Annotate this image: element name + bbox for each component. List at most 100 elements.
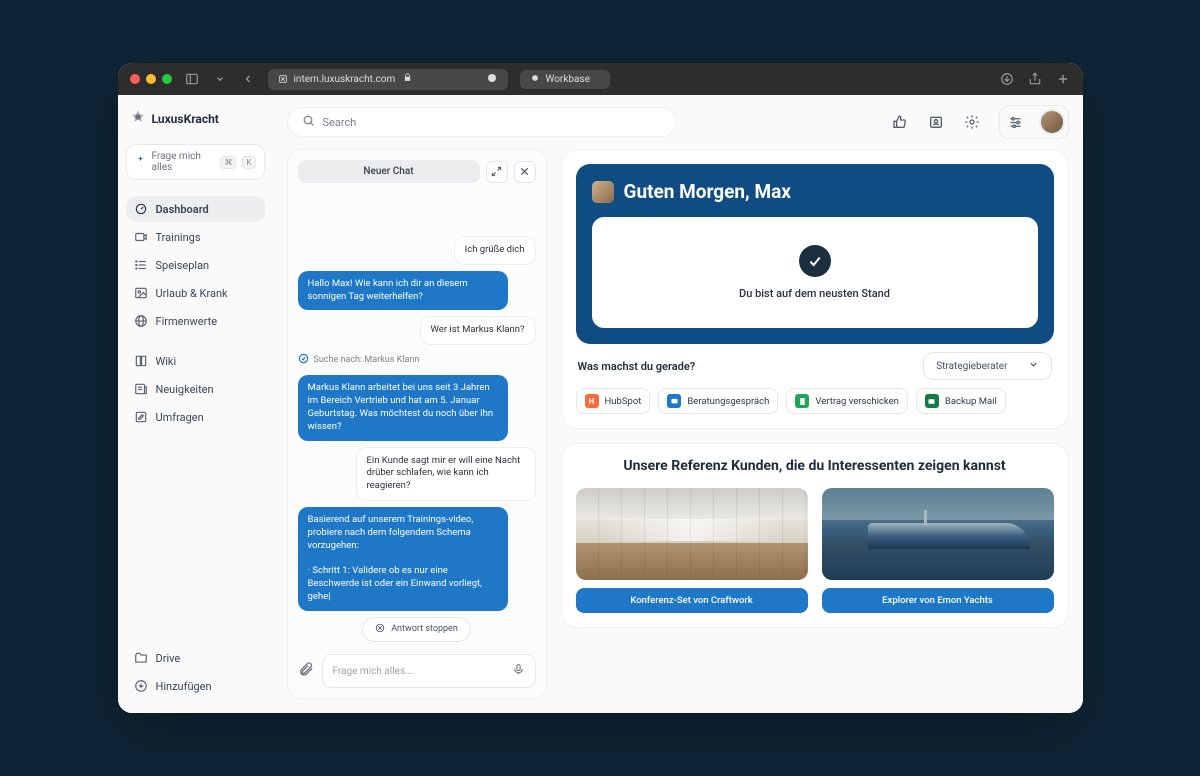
action-label: Backup Mail — [945, 396, 997, 407]
share-icon[interactable] — [1027, 71, 1043, 87]
minimize-icon[interactable] — [146, 74, 156, 84]
contact-icon[interactable] — [923, 109, 949, 135]
greeting-card: Guten Morgen, Max Du bist auf dem neuste… — [561, 149, 1069, 429]
sidebar-item-hinzufuegen[interactable]: Hinzufügen — [126, 673, 265, 699]
nav-footer: Drive Hinzufügen — [126, 645, 265, 699]
plus-circle-icon — [134, 679, 148, 693]
activity-row: Was machst du gerade? Strategieberater — [576, 344, 1054, 388]
sparkle-icon — [135, 155, 146, 169]
lock-icon — [403, 73, 412, 85]
new-chat-label: Neuer Chat — [363, 166, 413, 177]
video-icon — [134, 230, 148, 244]
sidebar-item-label: Neuigkeiten — [156, 383, 214, 396]
chat-input-row: Frage mich alles... — [298, 654, 536, 688]
activity-selected: Strategieberater — [936, 361, 1007, 372]
new-tab-icon[interactable] — [1055, 71, 1071, 87]
avatar[interactable] — [1039, 109, 1065, 135]
sidebar-item-drive[interactable]: Drive — [126, 645, 265, 671]
sidebar-item-speiseplan[interactable]: Speiseplan — [126, 252, 265, 278]
kbd-k: K — [242, 156, 255, 169]
user-avatar-icon — [592, 181, 614, 203]
sidebar-item-label: Wiki — [156, 355, 177, 368]
sidebar-item-label: Urlaub & Krank — [156, 287, 228, 300]
chat-input[interactable]: Frage mich alles... — [322, 654, 536, 688]
sidebar-item-label: Umfragen — [156, 411, 204, 424]
tab-label: Workbase — [546, 74, 590, 85]
status-text: Du bist auf dem neusten Stand — [739, 287, 890, 300]
sidebar-item-wiki[interactable]: Wiki — [126, 348, 265, 374]
greeting-row: Guten Morgen, Max — [592, 180, 1038, 203]
sidebar-item-trainings[interactable]: Trainings — [126, 224, 265, 250]
reference-image-yacht[interactable] — [822, 488, 1054, 580]
sidebar-item-label: Drive — [156, 652, 181, 665]
brand-logo-icon — [130, 109, 146, 128]
reference-title: Unsere Referenz Kunden, die du Interesse… — [576, 458, 1054, 474]
thumbs-up-icon[interactable] — [887, 109, 913, 135]
kbd-cmd: ⌘ — [220, 156, 236, 169]
back-icon[interactable] — [240, 71, 256, 87]
sidebar: LuxusKracht Frage mich alles ⌘ K Dashboa… — [118, 95, 273, 713]
list-icon — [134, 258, 148, 272]
search-input[interactable]: Search — [287, 107, 677, 137]
stop-label: Antwort stoppen — [391, 624, 458, 634]
chat-input-placeholder: Frage mich alles... — [333, 666, 414, 677]
sliders-icon — [1003, 109, 1029, 135]
reference-image-conference[interactable] — [576, 488, 808, 580]
stop-response-button[interactable]: Antwort stoppen — [362, 617, 471, 642]
reference-button[interactable]: Konferenz-Set von Craftwork — [576, 588, 808, 613]
close-chat-icon[interactable] — [514, 161, 536, 183]
close-icon[interactable] — [130, 74, 140, 84]
traffic-lights — [130, 74, 172, 84]
ask-anything-button[interactable]: Frage mich alles ⌘ K — [126, 144, 265, 180]
reference-caption: Konferenz-Set von Craftwork — [630, 595, 752, 606]
sidebar-item-firmenwerte[interactable]: Firmenwerte — [126, 308, 265, 334]
folder-icon — [134, 651, 148, 665]
mic-icon[interactable] — [512, 663, 525, 679]
sidebar-item-umfragen[interactable]: Umfragen — [126, 404, 265, 430]
sidebar-item-urlaub[interactable]: Urlaub & Krank — [126, 280, 265, 306]
address-bar[interactable]: intern.luxuskracht.com — [268, 69, 508, 90]
document-icon — [795, 394, 809, 408]
sidebar-item-neuigkeiten[interactable]: Neuigkeiten — [126, 376, 265, 402]
gear-icon[interactable] — [959, 109, 985, 135]
ask-label: Frage mich alles — [152, 151, 215, 173]
nav-secondary: Wiki Neuigkeiten Umfragen — [126, 348, 265, 430]
action-hubspot[interactable]: HHubSpot — [576, 388, 651, 414]
chevron-down-icon[interactable] — [212, 71, 228, 87]
sidebar-item-label: Firmenwerte — [156, 315, 218, 328]
sidebar-toggle-icon[interactable] — [184, 71, 200, 87]
check-icon — [799, 245, 831, 277]
reference-tiles: Konferenz-Set von Craftwork Explorer von… — [576, 488, 1054, 613]
new-chat-button[interactable]: Neuer Chat — [298, 160, 480, 183]
check-circle-icon — [298, 353, 309, 367]
reference-button[interactable]: Explorer von Emon Yachts — [822, 588, 1054, 613]
hero-banner: Guten Morgen, Max Du bist auf dem neuste… — [576, 164, 1054, 344]
action-label: Vertrag verschicken — [815, 396, 899, 407]
reference-caption: Explorer von Emon Yachts — [882, 595, 993, 606]
app-body: LuxusKracht Frage mich alles ⌘ K Dashboa… — [118, 95, 1083, 713]
expand-icon[interactable] — [486, 161, 508, 183]
action-vertrag[interactable]: Vertrag verschicken — [786, 388, 908, 414]
download-icon[interactable] — [999, 71, 1015, 87]
tab-favicon-icon — [530, 73, 540, 86]
reader-icon[interactable] — [486, 72, 498, 87]
browser-tab[interactable]: Workbase — [520, 70, 610, 89]
message-user: Ich grüße dich — [454, 236, 536, 265]
maximize-icon[interactable] — [162, 74, 172, 84]
preferences-button[interactable] — [999, 105, 1069, 139]
system-status: Suche nach: Markus Klann — [298, 351, 536, 369]
stop-icon — [375, 623, 385, 636]
sidebar-item-dashboard[interactable]: Dashboard — [126, 196, 265, 222]
status-box: Du bist auf dem neusten Stand — [592, 217, 1038, 328]
url-text: intern.luxuskracht.com — [294, 74, 396, 85]
search-icon — [302, 114, 315, 130]
hubspot-icon: H — [585, 394, 599, 408]
action-backup[interactable]: Backup Mail — [916, 388, 1006, 414]
nav-primary: Dashboard Trainings Speiseplan Urlaub & … — [126, 196, 265, 334]
brand-name: LuxusKracht — [152, 112, 219, 126]
action-beratung[interactable]: Beratungsgespräch — [658, 388, 778, 414]
paperclip-icon[interactable] — [298, 661, 314, 681]
mail-icon — [925, 394, 939, 408]
activity-select[interactable]: Strategieberater — [923, 352, 1051, 380]
chevron-down-icon — [1028, 359, 1039, 373]
